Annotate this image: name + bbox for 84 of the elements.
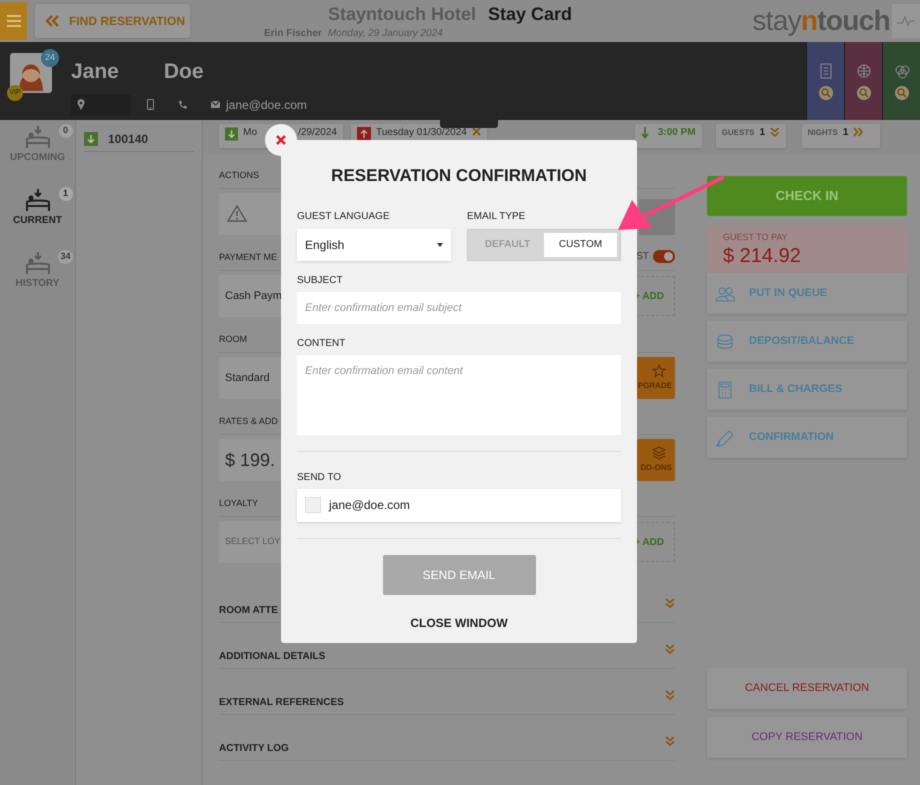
section-heading: RATES & ADD bbox=[219, 414, 278, 428]
balance-card: GUEST TO PAY $ 214.92 bbox=[707, 225, 907, 275]
section-heading: ROOM bbox=[219, 332, 247, 346]
people-icon bbox=[715, 284, 735, 302]
find-reservation-button[interactable]: FIND RESERVATION bbox=[35, 4, 190, 38]
search-icon bbox=[856, 86, 870, 100]
content-textarea[interactable]: Enter confirmation email content bbox=[297, 354, 621, 434]
subject-input[interactable]: Enter confirmation email subject bbox=[297, 292, 621, 324]
toggle-switch[interactable] bbox=[653, 250, 675, 263]
warning-icon bbox=[227, 205, 247, 223]
mobile-phone-icon bbox=[147, 99, 154, 110]
accordion-row[interactable]: ACTIVITY LOG bbox=[219, 715, 675, 761]
reservation-list-item[interactable]: 100140 bbox=[84, 126, 194, 152]
field-label: SEND TO bbox=[297, 470, 342, 484]
address-field[interactable] bbox=[71, 94, 131, 116]
double-chevron-down-icon bbox=[665, 736, 675, 746]
down-arrow-icon bbox=[84, 132, 98, 146]
bed-icon bbox=[24, 126, 50, 150]
field-label: SUBJECT bbox=[297, 274, 344, 288]
last-name: Doe bbox=[164, 59, 204, 85]
nav-tab[interactable]: CURRENT 1 bbox=[2, 189, 72, 228]
check-in-button[interactable]: CHECK IN bbox=[707, 176, 907, 216]
section-heading: ACTIONS bbox=[219, 168, 260, 182]
double-chevron-right-icon bbox=[853, 127, 864, 137]
field-label: CONTENT bbox=[297, 336, 346, 350]
profile-tile[interactable] bbox=[806, 42, 844, 120]
arrival-date: /29/2024 bbox=[298, 127, 337, 139]
layers-icon bbox=[652, 446, 666, 460]
dialog-title: RESERVATION CONFIRMATION bbox=[330, 165, 588, 187]
guest-email: jane@doe.com bbox=[226, 96, 307, 114]
down-arrow-icon bbox=[225, 127, 238, 141]
building-icon bbox=[818, 62, 834, 80]
recipient-row[interactable]: jane@doe.com bbox=[297, 488, 621, 522]
upgrade-button[interactable]: PGRADE bbox=[637, 357, 675, 399]
down-arrow-icon bbox=[640, 127, 649, 139]
close-icon bbox=[276, 135, 286, 145]
copy-reservation-button[interactable]: COPY RESERVATION bbox=[707, 717, 907, 758]
double-chevron-down-icon bbox=[665, 690, 675, 700]
count-badge: 0 bbox=[58, 124, 72, 138]
segment-option[interactable]: DEFAULT bbox=[471, 232, 544, 256]
field-label: EMAIL TYPE bbox=[467, 210, 526, 224]
toggle-label: ST bbox=[636, 250, 649, 264]
drawer-handle[interactable] bbox=[440, 120, 498, 128]
count-badge: 1 bbox=[58, 187, 72, 201]
count-badge: 34 bbox=[58, 250, 72, 264]
menu-button[interactable] bbox=[0, 2, 27, 40]
double-chevron-down-icon bbox=[665, 598, 675, 608]
profile-tile[interactable] bbox=[844, 42, 882, 120]
language-select[interactable]: English bbox=[297, 228, 451, 260]
search-icon bbox=[894, 86, 908, 100]
pulse-icon bbox=[897, 15, 915, 27]
search-icon bbox=[818, 86, 832, 100]
globe-icon bbox=[856, 62, 872, 80]
cancel-reservation-button[interactable]: CANCEL RESERVATION bbox=[707, 668, 907, 709]
email-icon bbox=[211, 101, 220, 108]
arrival-date: Mo bbox=[243, 127, 258, 139]
nights-chip[interactable]: NIGHTS 1 bbox=[802, 124, 880, 148]
checkbox[interactable] bbox=[305, 497, 321, 513]
add-ons-button[interactable]: DD-ONS bbox=[637, 439, 675, 481]
close-icon bbox=[472, 127, 481, 136]
coins-icon bbox=[715, 332, 735, 350]
double-chevron-down-icon bbox=[770, 127, 780, 137]
first-name: Jane bbox=[71, 59, 119, 85]
section-heading: PAYMENT ME bbox=[219, 250, 278, 264]
menu-icon bbox=[6, 15, 20, 27]
double-chevron-left-icon bbox=[45, 15, 59, 27]
accordion-row[interactable]: EXTERNAL REFERENCES bbox=[219, 669, 675, 715]
page-title: Stay Card bbox=[488, 3, 572, 26]
phone-icon bbox=[178, 100, 187, 109]
bed-icon bbox=[24, 252, 50, 276]
double-chevron-down-icon bbox=[665, 644, 675, 654]
section-heading: LOYALTY bbox=[219, 496, 258, 510]
location-pin-icon bbox=[77, 99, 85, 110]
caret-icon bbox=[437, 242, 443, 246]
segment-option[interactable]: CUSTOM bbox=[544, 232, 617, 256]
field-label: GUEST LANGUAGE bbox=[297, 210, 391, 224]
profile-tile[interactable] bbox=[882, 42, 920, 120]
arrival-time-chip[interactable]: 3:00 PM bbox=[634, 124, 702, 148]
up-arrow-icon bbox=[357, 127, 371, 141]
star-icon bbox=[652, 364, 666, 378]
stays-count-badge: 24 bbox=[41, 49, 59, 67]
pen-icon bbox=[715, 428, 735, 446]
guests-chip[interactable]: GUESTS 1 bbox=[716, 124, 786, 148]
bed-icon bbox=[24, 189, 50, 213]
